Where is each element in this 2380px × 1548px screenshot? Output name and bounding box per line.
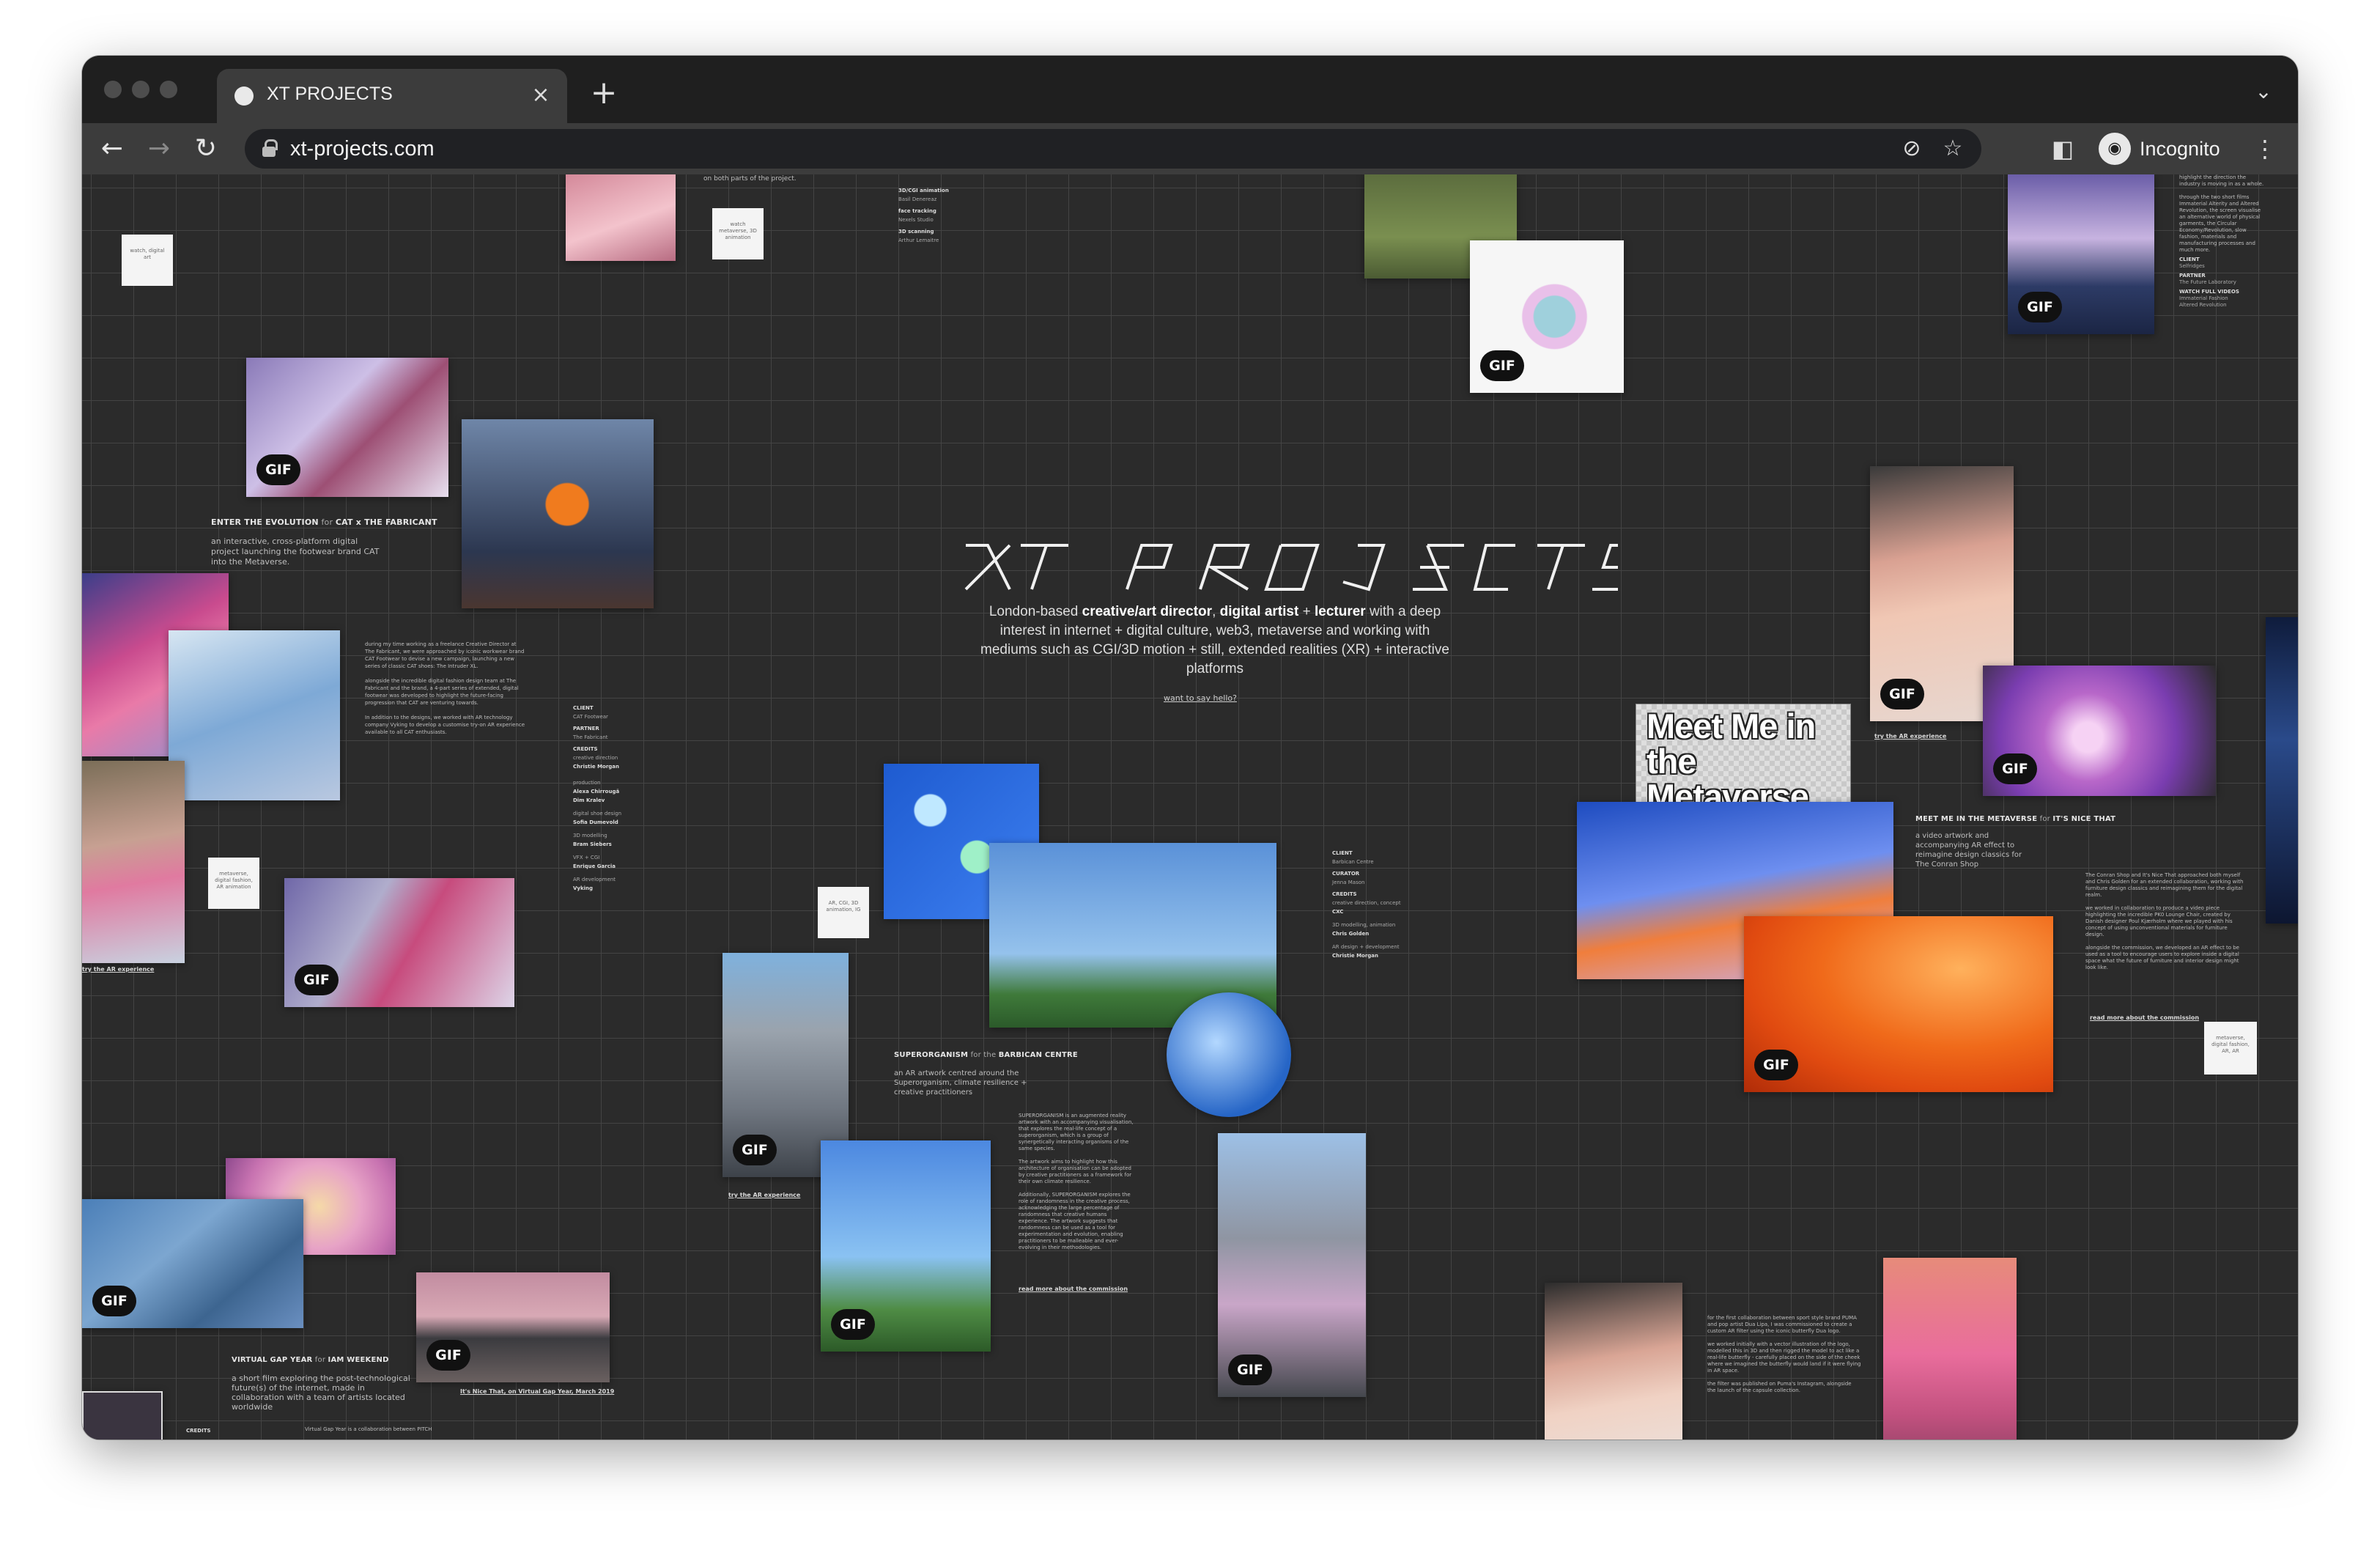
eye-slash-icon[interactable]: ⊘ bbox=[1896, 133, 1927, 164]
gif-badge: GIF bbox=[256, 454, 300, 485]
orange-blob-image[interactable]: GIF bbox=[1744, 916, 2053, 1092]
tab-title: XT PROJECTS bbox=[267, 84, 393, 104]
forward-arrow-icon[interactable]: → bbox=[139, 129, 179, 169]
cat-project-title: ENTER THE EVOLUTION for CAT x THE FABRIC… bbox=[211, 517, 437, 527]
thumbnail-image[interactable] bbox=[82, 1391, 163, 1440]
gif-badge: GIF bbox=[1754, 1050, 1798, 1080]
side-panel-icon[interactable]: ◧ bbox=[2043, 129, 2082, 169]
meet-more-link[interactable]: read more about the commission bbox=[2090, 1014, 2199, 1021]
tab-search-chevron-icon[interactable]: ⌄ bbox=[2245, 73, 2282, 110]
browser-window: XT PROJECTS × + ⌄ ← → ↻ xt-projects.com … bbox=[82, 56, 2298, 1440]
virtual-gap-partner: Virtual Gap Year is a collaboration betw… bbox=[305, 1426, 432, 1432]
reload-icon[interactable]: ↻ bbox=[186, 129, 226, 169]
close-window-button[interactable] bbox=[104, 81, 122, 98]
tag-note: watch, digital art bbox=[122, 235, 173, 286]
gif-badge: GIF bbox=[1993, 753, 2037, 784]
virtual-gap-title: VIRTUAL GAP YEAR for IAM WEEKEND bbox=[232, 1356, 389, 1364]
island-sunset-image[interactable]: GIF bbox=[416, 1272, 610, 1382]
page-canvas[interactable]: on both parts of the project. 3D/CGI ani… bbox=[82, 174, 2298, 1440]
superorganism-credits: CLIENT Barbican Centre CURATOR Jenna Mason… bbox=[1332, 850, 1401, 959]
hero-intro: London-based creative/art director, digi… bbox=[980, 604, 1449, 677]
cat-red-sneaker-image[interactable]: GIF bbox=[284, 878, 514, 1007]
top-credits: 3D/CGI animation Basil Denereaz face trac… bbox=[898, 188, 949, 243]
close-tab-icon[interactable]: × bbox=[525, 79, 557, 111]
url-text[interactable]: xt-projects.com bbox=[290, 137, 435, 161]
meet-ar-link[interactable]: try the AR experience bbox=[1874, 733, 1946, 740]
superorganism-sphere-image[interactable] bbox=[1167, 992, 1291, 1117]
tag-note: metaverse, digital fashion, AR, AR bbox=[2204, 1022, 2257, 1075]
meet-body: The Conran Shop and It's Nice That appro… bbox=[2085, 872, 2244, 970]
meet-subtitle: a video artwork and accompanying AR effe… bbox=[1915, 832, 2022, 869]
cat-project-subtitle: an interactive, cross-platform digital p… bbox=[211, 537, 380, 567]
maximize-window-button[interactable] bbox=[160, 81, 177, 98]
tab-strip: XT PROJECTS × + ⌄ bbox=[82, 56, 2298, 123]
superorganism-subtitle: an AR artwork centred around the Superor… bbox=[894, 1069, 1027, 1096]
puma-face-filter-image[interactable] bbox=[1545, 1283, 1682, 1440]
lock-icon[interactable] bbox=[262, 139, 278, 157]
barbican-tower-2-image[interactable]: GIF bbox=[1218, 1133, 1366, 1397]
bookmark-star-icon[interactable]: ☆ bbox=[1937, 133, 1968, 164]
liquid-blue-image[interactable]: GIF bbox=[82, 1199, 303, 1328]
gif-badge: GIF bbox=[426, 1340, 470, 1371]
gif-badge: GIF bbox=[1480, 350, 1524, 381]
cat-ar-link[interactable]: try the AR experience bbox=[82, 966, 154, 973]
tag-note: AR, CGI, 3D animation, IG bbox=[818, 887, 869, 938]
superorganism-ar-link[interactable]: try the AR experience bbox=[728, 1192, 800, 1198]
kebab-menu-icon[interactable]: ⋮ bbox=[2245, 129, 2285, 169]
address-bar[interactable]: xt-projects.com ⊘ ☆ bbox=[245, 129, 1981, 169]
purple-flower-image[interactable]: GIF bbox=[1983, 666, 2216, 796]
gif-badge: GIF bbox=[2018, 292, 2062, 322]
back-arrow-icon[interactable]: ← bbox=[92, 129, 132, 169]
browser-toolbar: ← → ↻ xt-projects.com ⊘ ☆ ◧ ◉ Incognito … bbox=[82, 123, 2298, 174]
gif-badge: GIF bbox=[1228, 1354, 1272, 1385]
superorganism-title: SUPERORGANISM for the BARBICAN CENTRE bbox=[894, 1051, 1078, 1059]
meet-title: MEET ME IN THE METAVERSE for IT'S NICE T… bbox=[1915, 815, 2116, 823]
tag-note: metaverse, digital fashion, AR animation bbox=[208, 858, 259, 909]
superorganism-more-link[interactable]: read more about the commission bbox=[1019, 1286, 1128, 1292]
superorganism-body: SUPERORGANISM is an augmented reality ar… bbox=[1019, 1113, 1134, 1250]
gif-badge: GIF bbox=[733, 1135, 777, 1165]
tag-note: watch metaverse, 3D animation bbox=[712, 208, 764, 259]
gif-badge: GIF bbox=[1880, 679, 1924, 710]
superorganism-sky-image[interactable]: GIF bbox=[821, 1140, 991, 1352]
gif-badge: GIF bbox=[295, 965, 339, 995]
floating-sculpture-image[interactable]: GIF bbox=[1470, 240, 1624, 393]
puma-pink-portrait-image[interactable] bbox=[1883, 1258, 2017, 1440]
gif-badge: GIF bbox=[831, 1309, 875, 1340]
cat-shoe-explosion-image[interactable]: GIF bbox=[246, 358, 448, 497]
minimize-window-button[interactable] bbox=[132, 81, 149, 98]
cat-glass-room-image[interactable] bbox=[462, 419, 654, 608]
fabric-body: highlight the direction the industry is … bbox=[2179, 174, 2264, 308]
cat-project-body: during my time working as a freelance Cr… bbox=[365, 641, 525, 735]
incognito-profile-button[interactable]: ◉ Incognito bbox=[2094, 129, 2236, 169]
cat-blue-shoe-image[interactable] bbox=[169, 630, 340, 800]
reflective-figure-image[interactable]: GIF bbox=[2008, 174, 2154, 334]
virtual-gap-subtitle: a short film exploring the post-technolo… bbox=[232, 1374, 410, 1412]
incognito-label: Incognito bbox=[2140, 138, 2220, 160]
edge-blue-image[interactable] bbox=[2266, 617, 2298, 924]
favicon-icon bbox=[234, 86, 254, 106]
virtual-gap-credits-label: CREDITS bbox=[186, 1428, 211, 1434]
top-caption: on both parts of the project. bbox=[703, 175, 797, 183]
pink-hair-portrait-image[interactable] bbox=[566, 174, 676, 261]
contact-link[interactable]: want to say hello? bbox=[1164, 693, 1237, 703]
incognito-icon: ◉ bbox=[2099, 133, 2131, 165]
new-tab-button[interactable]: + bbox=[583, 73, 624, 114]
puma-body: for the first collaboration between spor… bbox=[1707, 1315, 1861, 1393]
gif-badge: GIF bbox=[92, 1286, 136, 1316]
tab-xt-projects[interactable]: XT PROJECTS × bbox=[217, 69, 567, 123]
cat-sneaker-closeup-image[interactable] bbox=[82, 761, 185, 963]
cat-credits: CLIENT CAT Footwear PARTNER The Fabricant … bbox=[573, 705, 622, 891]
xt-projects-logo bbox=[964, 544, 1618, 591]
virtual-gap-link[interactable]: It's Nice That, on Virtual Gap Year, Mar… bbox=[460, 1388, 614, 1395]
